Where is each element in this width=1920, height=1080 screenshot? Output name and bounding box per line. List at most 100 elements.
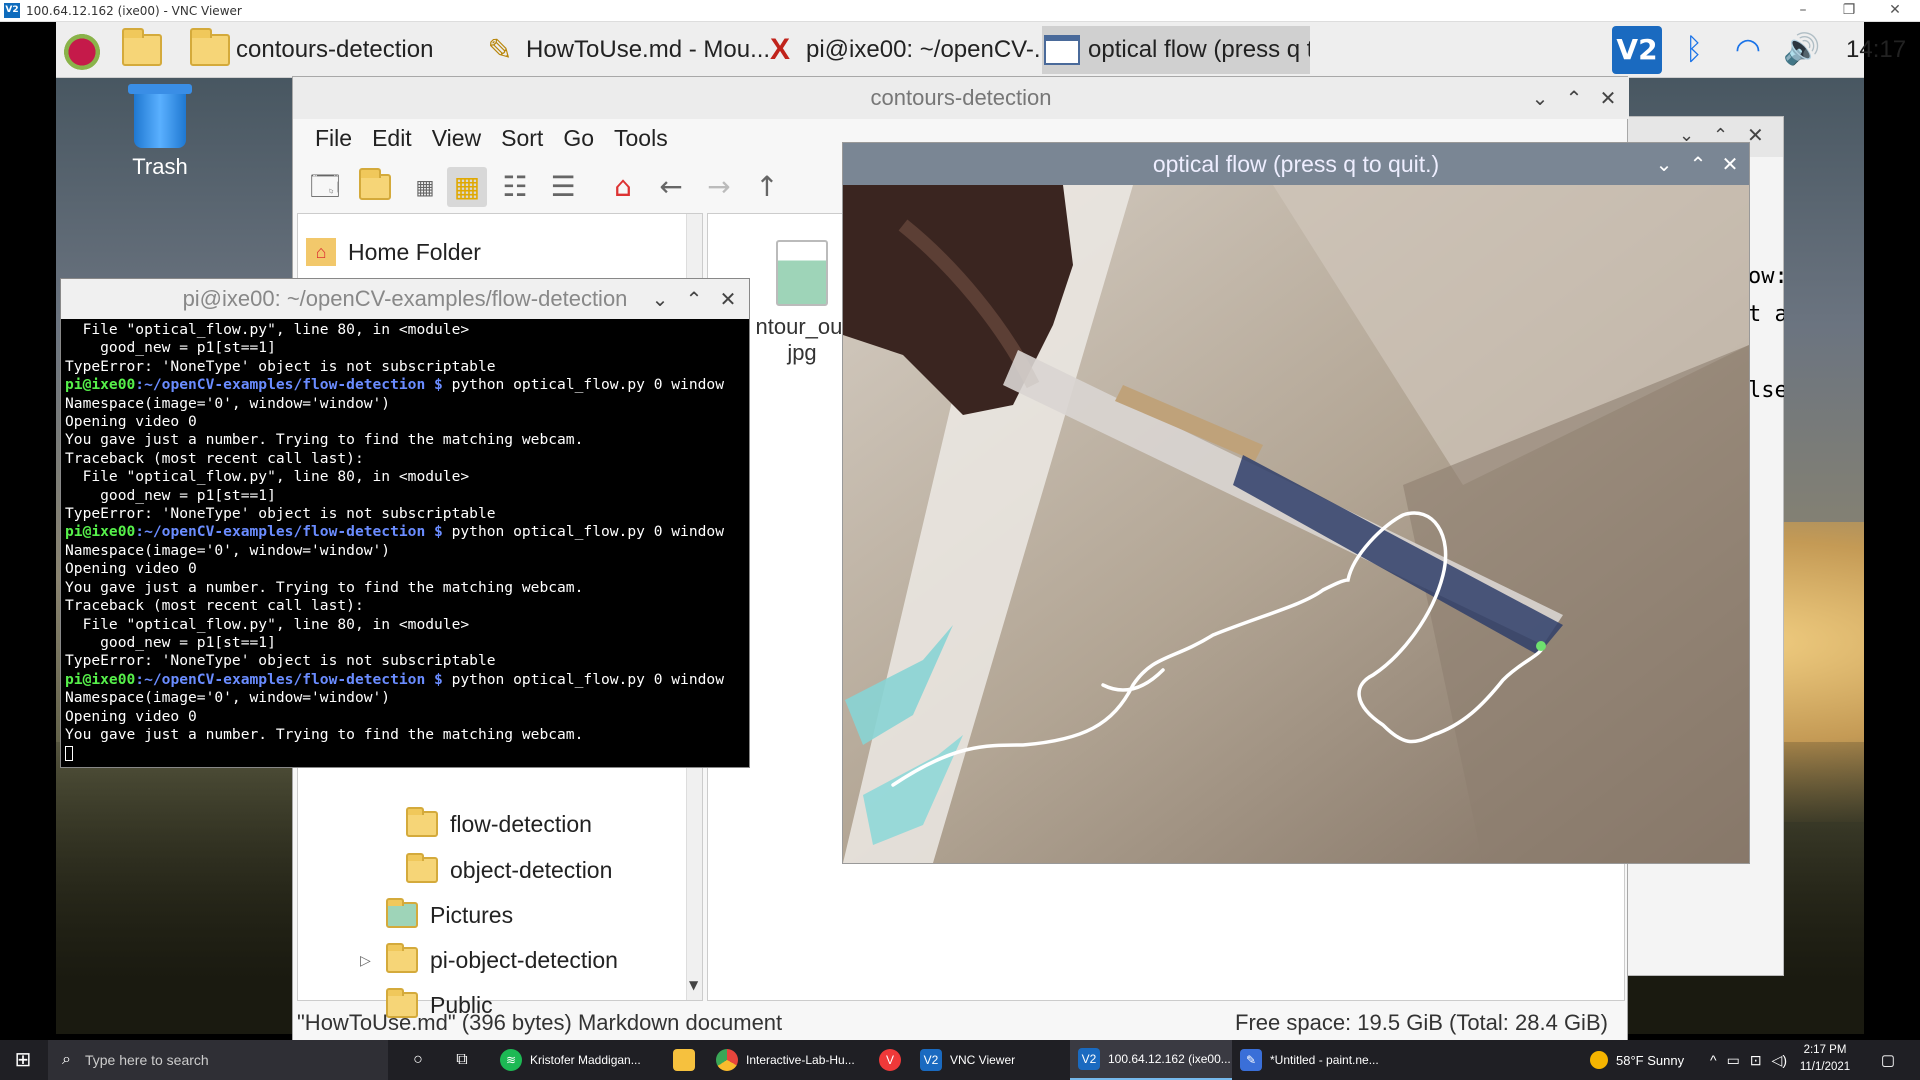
close-icon[interactable]: ✕ <box>1715 149 1745 179</box>
restore-button[interactable]: ❐ <box>1826 0 1872 22</box>
file-manager-launcher[interactable] <box>122 26 174 74</box>
sidebar-item-pi-object-detection[interactable]: ▷ pi-object-detection <box>360 940 618 980</box>
menu-tools[interactable]: Tools <box>604 119 678 159</box>
windows-clock[interactable]: 2:17 PM 11/1/2021 <box>1780 1042 1870 1078</box>
taskbar-app-vnc-viewer[interactable]: V2 VNC Viewer <box>912 1040 1074 1080</box>
close-button[interactable]: ✕ <box>1872 0 1918 22</box>
maximize-icon[interactable]: ⌃ <box>679 284 709 314</box>
task-label: 100.64.12.162 (ixe00... <box>1108 1052 1231 1066</box>
maximize-icon[interactable]: ⌃ <box>1559 83 1589 113</box>
bluetooth-icon[interactable]: ᛒ <box>1674 30 1714 70</box>
taskbar-app-explorer[interactable] <box>658 1040 710 1080</box>
notifications-button[interactable]: ▢ <box>1868 1040 1908 1080</box>
task-view-button[interactable]: ⧉ <box>442 1040 482 1080</box>
trash-desktop-icon[interactable]: Trash <box>100 84 220 192</box>
taskbar-app-spotify[interactable]: ≋ Kristofer Maddigan... <box>492 1040 654 1080</box>
sidebar-item-home[interactable]: ⌂ Home Folder <box>306 232 481 272</box>
windows-start-button[interactable]: ⊞ <box>0 1040 46 1080</box>
background-code-text: ow: t a lse <box>1748 264 1784 403</box>
task-label: *Untitled - paint.ne... <box>1270 1053 1379 1067</box>
taskbar-item-label: optical flow (press q t... <box>1088 36 1310 63</box>
scroll-down-icon[interactable]: ▼ <box>689 978 698 992</box>
battery-icon[interactable]: ▭ <box>1727 1052 1740 1069</box>
terminal-line: good_new = p1[st==1] <box>65 339 276 357</box>
home-icon[interactable]: ⌂ <box>603 167 643 207</box>
up-arrow-icon[interactable]: ↑ <box>747 167 787 207</box>
webcam-frame[interactable] <box>843 185 1749 863</box>
prompt-user: pi@ixe00 <box>65 376 136 394</box>
sun-icon <box>1590 1051 1608 1069</box>
pi-clock: 14:17 <box>1846 36 1907 63</box>
menu-sort[interactable]: Sort <box>491 119 553 159</box>
task-label: VNC Viewer <box>950 1053 1016 1067</box>
terminal-line: Opening video 0 <box>65 707 197 725</box>
close-icon[interactable]: ✕ <box>1593 83 1623 113</box>
menu-edit[interactable]: Edit <box>362 119 422 159</box>
folder-icon <box>122 28 162 66</box>
menu-go[interactable]: Go <box>553 119 604 159</box>
back-arrow-icon[interactable]: ← <box>651 167 691 207</box>
wifi-icon[interactable]: ◠ <box>1728 30 1768 70</box>
explorer-icon <box>673 1049 695 1071</box>
terminal-line: File "optical_flow.py", line 80, in <mod… <box>65 615 470 633</box>
icon-view-icon[interactable]: ▦ <box>405 167 445 207</box>
vnc-tray-icon[interactable]: V2 <box>1612 26 1662 74</box>
weather-widget[interactable]: 58°F Sunny <box>1590 1040 1684 1080</box>
pictures-folder-icon <box>386 898 418 928</box>
chevron-down-icon[interactable]: ⌄ <box>1525 83 1555 113</box>
terminal-line: Traceback (most recent call last): <box>65 449 364 467</box>
raspberry-icon <box>62 30 102 70</box>
close-icon[interactable]: ✕ <box>713 284 743 314</box>
taskbar-item-optical-flow[interactable]: optical flow (press q t... <box>1042 26 1310 74</box>
new-window-icon[interactable]: 🗔 <box>305 167 345 207</box>
vnc-window-titlebar[interactable]: V2 100.64.12.162 (ixe00) - VNC Viewer – … <box>0 0 1920 22</box>
chevron-up-icon[interactable]: ^ <box>1710 1052 1717 1068</box>
sidebar-item-object-detection[interactable]: object-detection <box>406 850 612 890</box>
optical-flow-window[interactable]: optical flow (press q to quit.) ⌄ ⌃ ✕ <box>842 142 1750 864</box>
terminal-cursor <box>65 745 73 761</box>
maximize-icon[interactable]: ⌃ <box>1683 149 1713 179</box>
taskbar-item-contours[interactable]: contours-detection <box>190 26 524 74</box>
minimize-button[interactable]: – <box>1780 0 1826 22</box>
new-folder-icon[interactable] <box>355 167 395 207</box>
vnc-icon: V2 <box>1078 1048 1100 1070</box>
thumbnail-view-icon[interactable]: ▦ <box>447 167 487 207</box>
terminal-line: Namespace(image='0', window='window') <box>65 541 391 559</box>
menu-file[interactable]: File <box>305 119 362 159</box>
task-label: Interactive-Lab-Hu... <box>746 1053 855 1067</box>
vnc-window-title: 100.64.12.162 (ixe00) - VNC Viewer <box>26 4 242 18</box>
network-icon[interactable]: ⊡ <box>1750 1052 1762 1069</box>
chevron-down-icon[interactable]: ⌄ <box>1649 149 1679 179</box>
chevron-down-icon[interactable]: ⌄ <box>645 284 675 314</box>
image-file-icon <box>776 240 828 306</box>
forward-arrow-icon[interactable]: → <box>699 167 739 207</box>
raspberry-menu-button[interactable] <box>62 26 114 74</box>
cortana-button[interactable]: ○ <box>398 1040 438 1080</box>
windows-search-box[interactable]: ⌕ Type here to search <box>48 1040 388 1080</box>
menu-view[interactable]: View <box>422 119 491 159</box>
volume-icon[interactable]: 🔊 <box>1782 30 1822 70</box>
sidebar-item-label: pi-object-detection <box>430 946 618 973</box>
list-view-icon[interactable]: ☰ <box>543 167 583 207</box>
terminal-line: Traceback (most recent call last): <box>65 597 364 615</box>
status-bar: "HowToUse.md" (396 bytes) Markdown docum… <box>293 1005 1629 1041</box>
expand-arrow-icon[interactable]: ▷ <box>360 952 386 969</box>
sidebar-item-flow-detection[interactable]: flow-detection <box>406 804 592 844</box>
terminal-line: TypeError: 'NoneType' object is not subs… <box>65 652 496 670</box>
compact-view-icon[interactable]: ☷ <box>495 167 535 207</box>
terminal-output[interactable]: File "optical_flow.py", line 80, in <mod… <box>65 321 745 765</box>
file-manager-title[interactable]: contours-detection <box>293 77 1629 119</box>
trash-label: Trash <box>132 154 188 179</box>
prompt-user: pi@ixe00 <box>65 523 136 541</box>
terminal-line: Opening video 0 <box>65 560 197 578</box>
sidebar-item-pictures[interactable]: Pictures <box>386 895 513 935</box>
prompt-user: pi@ixe00 <box>65 670 136 688</box>
prompt-command: python optical_flow.py 0 window <box>442 670 724 688</box>
taskbar-item-label: pi@ixe00: ~/openCV-... <box>806 36 1054 63</box>
taskbar-app-chrome[interactable]: Interactive-Lab-Hu... <box>708 1040 870 1080</box>
terminal-window[interactable]: pi@ixe00: ~/openCV-examples/flow-detecti… <box>60 278 750 768</box>
taskbar-app-vnc-session[interactable]: V2 100.64.12.162 (ixe00... <box>1070 1040 1232 1080</box>
optical-flow-title[interactable]: optical flow (press q to quit.) <box>843 143 1749 185</box>
taskbar-app-paint[interactable]: ✎ *Untitled - paint.ne... <box>1232 1040 1394 1080</box>
taskbar-app-vivaldi[interactable]: V <box>864 1040 916 1080</box>
